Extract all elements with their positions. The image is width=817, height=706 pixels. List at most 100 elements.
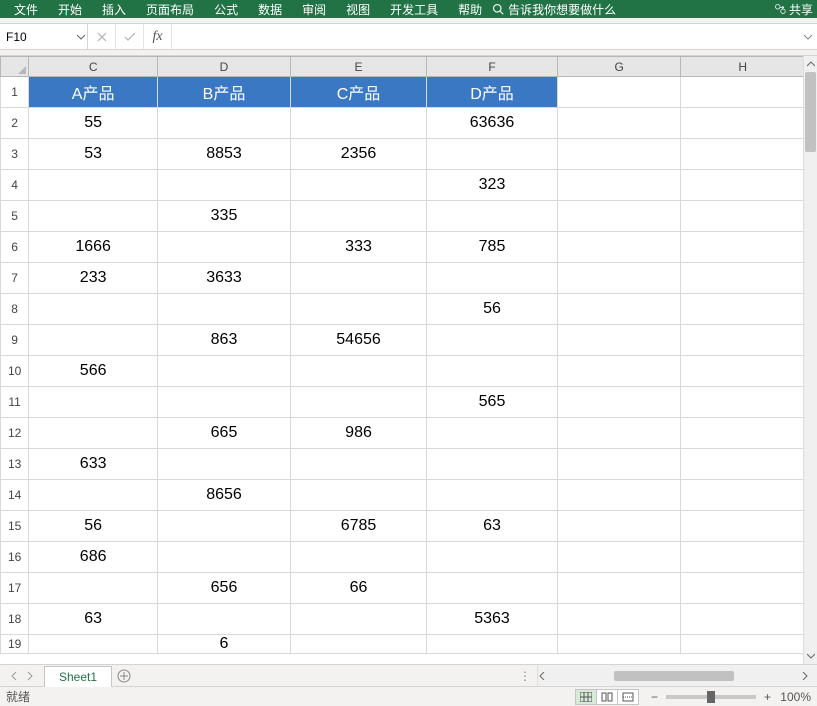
cell-C8[interactable] [29,294,158,325]
row-14[interactable]: 148656 [1,480,804,511]
cell-F10[interactable] [427,356,558,387]
cell-F15[interactable]: 63 [427,511,558,542]
vscroll-thumb[interactable] [805,72,816,152]
row-7[interactable]: 72333633 [1,263,804,294]
sheet-tab-sheet1[interactable]: Sheet1 [44,666,112,687]
row-header-14[interactable]: 14 [1,480,29,511]
cell-E9[interactable]: 54656 [290,325,426,356]
cell-F1[interactable]: D产品 [427,77,558,108]
cell-D16[interactable] [158,542,291,573]
cell-C18[interactable]: 63 [29,604,158,635]
row-11[interactable]: 11565 [1,387,804,418]
cell-D13[interactable] [158,449,291,480]
row-12[interactable]: 12665986 [1,418,804,449]
vscroll-track[interactable] [804,72,817,648]
insert-function-button[interactable]: fx [144,24,172,49]
view-switcher[interactable] [576,689,639,705]
cell-F7[interactable] [427,263,558,294]
cell-D10[interactable] [158,356,291,387]
vertical-scrollbar[interactable] [803,56,817,664]
nav-prev-icon[interactable] [6,671,22,681]
row-header-1[interactable]: 1 [1,77,29,108]
ribbon-tab-view[interactable]: 视图 [336,1,380,18]
cell-F6[interactable]: 785 [427,232,558,263]
scroll-right-icon[interactable] [801,672,817,680]
row-header-15[interactable]: 15 [1,511,29,542]
row-1[interactable]: 1 A产品 B产品 C产品 D产品 [1,77,804,108]
row-header-10[interactable]: 10 [1,356,29,387]
cell-F16[interactable] [427,542,558,573]
row-header-2[interactable]: 2 [1,108,29,139]
zoom-out-button[interactable]: − [651,690,658,704]
share-button[interactable]: 共享 [764,1,813,18]
cell-H8[interactable] [681,294,803,325]
cell-D11[interactable] [158,387,291,418]
cell-E14[interactable] [290,480,426,511]
row-5[interactable]: 5335 [1,201,804,232]
ribbon-tab-review[interactable]: 审阅 [292,1,336,18]
cell-C10[interactable]: 566 [29,356,158,387]
cell-D1[interactable]: B产品 [158,77,291,108]
row-header-16[interactable]: 16 [1,542,29,573]
row-header-18[interactable]: 18 [1,604,29,635]
cell-F5[interactable] [427,201,558,232]
ribbon-tab-pagelayout[interactable]: 页面布局 [136,1,204,18]
row-18[interactable]: 18635363 [1,604,804,635]
cell-E6[interactable]: 333 [290,232,426,263]
cell-E1[interactable]: C产品 [290,77,426,108]
cell-G1[interactable] [557,77,681,108]
cell-C12[interactable] [29,418,158,449]
cell-C4[interactable] [29,170,158,201]
cell-G5[interactable] [557,201,681,232]
row-header-12[interactable]: 12 [1,418,29,449]
cell-G11[interactable] [557,387,681,418]
cell-H2[interactable] [681,108,803,139]
cell-D19[interactable]: 6 [158,635,291,654]
column-header-row[interactable]: C D E F G H [1,57,804,77]
row-19[interactable]: 196 [1,635,804,654]
cell-H6[interactable] [681,232,803,263]
row-header-17[interactable]: 17 [1,573,29,604]
tell-me-search[interactable]: 告诉我你想要做什么 [492,1,616,18]
row-13[interactable]: 13633 [1,449,804,480]
view-page-break-button[interactable] [617,689,639,705]
col-header-E[interactable]: E [290,57,426,77]
scroll-left-icon[interactable] [538,672,554,680]
cell-D5[interactable]: 335 [158,201,291,232]
cell-H17[interactable] [681,573,803,604]
cell-C11[interactable] [29,387,158,418]
cell-H19[interactable] [681,635,803,654]
cell-E7[interactable] [290,263,426,294]
row-6[interactable]: 61666333785 [1,232,804,263]
cell-F14[interactable] [427,480,558,511]
cell-C14[interactable] [29,480,158,511]
zoom-slider-knob[interactable] [707,691,715,703]
view-normal-button[interactable] [575,689,597,705]
cell-F19[interactable] [427,635,558,654]
row-header-7[interactable]: 7 [1,263,29,294]
ribbon-tab-data[interactable]: 数据 [248,1,292,18]
row-header-8[interactable]: 8 [1,294,29,325]
cell-D18[interactable] [158,604,291,635]
cell-F17[interactable] [427,573,558,604]
cell-G9[interactable] [557,325,681,356]
cell-G13[interactable] [557,449,681,480]
cell-C15[interactable]: 56 [29,511,158,542]
cell-H5[interactable] [681,201,803,232]
row-15[interactable]: 1556678563 [1,511,804,542]
row-9[interactable]: 986354656 [1,325,804,356]
cell-H15[interactable] [681,511,803,542]
worksheet-grid[interactable]: C D E F G H 1 A产品 B产品 C产品 D产品 2556363635… [0,56,803,654]
cell-G10[interactable] [557,356,681,387]
cell-F12[interactable] [427,418,558,449]
ribbon-tab-formulas[interactable]: 公式 [204,1,248,18]
cell-G7[interactable] [557,263,681,294]
name-box-input[interactable] [0,30,87,44]
cell-C7[interactable]: 233 [29,263,158,294]
cell-E19[interactable] [290,635,426,654]
cell-G4[interactable] [557,170,681,201]
cell-D15[interactable] [158,511,291,542]
formula-input[interactable] [172,24,799,49]
formula-bar-expand[interactable] [799,24,817,49]
row-header-3[interactable]: 3 [1,139,29,170]
